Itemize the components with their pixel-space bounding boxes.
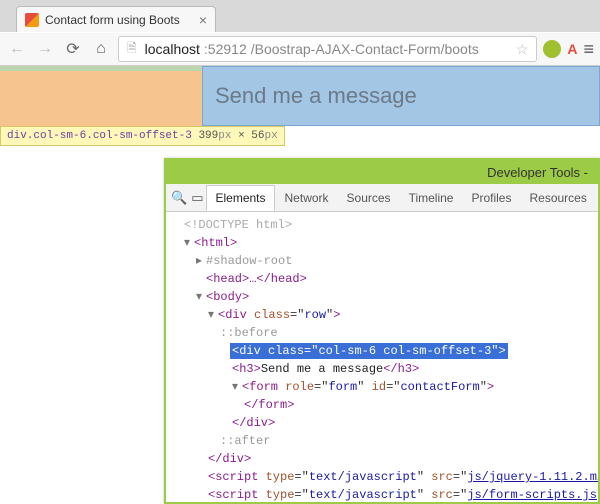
dom-after[interactable]: ::after <box>220 434 270 448</box>
dom-col-close[interactable]: </div> <box>232 416 275 430</box>
toggle-icon[interactable]: ▸ <box>196 252 206 270</box>
inspect-icon[interactable]: 🔍 <box>170 187 188 209</box>
dom-form[interactable]: <form role="form" id="contactForm"> <box>242 380 494 394</box>
toggle-icon[interactable]: ▾ <box>184 234 194 252</box>
dom-before[interactable]: ::before <box>220 326 278 340</box>
dom-script2[interactable]: <script type="text/javascript" src="js/f… <box>172 486 592 502</box>
dom-h3[interactable]: <h3>Send me a message</h3> <box>172 360 592 378</box>
forward-icon[interactable]: → <box>34 40 56 58</box>
dom-shadow[interactable]: #shadow-root <box>206 254 292 268</box>
devtools-title: Developer Tools - <box>487 165 588 180</box>
highlight-content: Send me a message <box>202 66 600 126</box>
tab-resources[interactable]: Resources <box>521 186 594 210</box>
toggle-icon[interactable]: ▾ <box>208 306 218 324</box>
favicon-icon <box>25 13 39 27</box>
close-icon[interactable]: × <box>199 12 207 28</box>
dom-row-close[interactable]: </div> <box>208 452 251 466</box>
dom-form-close[interactable]: </form> <box>244 398 294 412</box>
element-tooltip: div.col-sm-6.col-sm-offset-3 399px × 56p… <box>0 126 285 146</box>
url-port: :52912 <box>204 41 247 57</box>
viewport: Send me a message div.col-sm-6.col-sm-of… <box>0 66 600 504</box>
menu-icon[interactable]: ≡ <box>583 39 594 60</box>
home-icon[interactable]: ⌂ <box>90 40 112 58</box>
toggle-icon[interactable]: ▾ <box>232 378 242 396</box>
tab-sources[interactable]: Sources <box>339 186 399 210</box>
tooltip-selector: div.col-sm-6.col-sm-offset-3 <box>7 130 192 142</box>
tab-network[interactable]: Network <box>277 186 337 210</box>
tab-timeline[interactable]: Timeline <box>401 186 462 210</box>
tab-strip: Contact form using Boots × <box>0 0 600 32</box>
tab-title: Contact form using Boots <box>45 13 193 27</box>
tooltip-px2: px <box>264 130 277 142</box>
highlight-margin <box>0 66 202 126</box>
tooltip-width: 399 <box>198 130 218 142</box>
devtools-tabs: 🔍 ▭ Elements Network Sources Timeline Pr… <box>166 184 598 212</box>
dom-script1[interactable]: <script type="text/javascript" src="js/j… <box>172 468 592 486</box>
nav-toolbar: ← → ⟳ ⌂ 🗎 localhost:52912/Boostrap-AJAX-… <box>0 32 600 66</box>
dom-html[interactable]: <html> <box>194 236 237 250</box>
tooltip-height: 56 <box>251 130 264 142</box>
toggle-icon[interactable]: ▾ <box>196 288 206 306</box>
url-host: localhost <box>145 41 200 57</box>
dom-tree[interactable]: <!DOCTYPE html> ▾<html> ▸#shadow-root <h… <box>166 212 598 502</box>
dom-doctype: <!DOCTYPE html> <box>184 218 292 232</box>
bookmark-icon[interactable]: ☆ <box>516 41 529 58</box>
url-path: /Boostrap-AJAX-Contact-Form/boots <box>251 41 479 57</box>
tab-profiles[interactable]: Profiles <box>463 186 519 210</box>
dom-head[interactable]: <head>…</head> <box>206 272 307 286</box>
devtools-window: Developer Tools - 🔍 ▭ Elements Network S… <box>164 158 600 504</box>
dom-row[interactable]: <div class="row"> <box>218 308 340 322</box>
reload-icon[interactable]: ⟳ <box>62 39 84 59</box>
browser-tab[interactable]: Contact form using Boots × <box>16 6 216 32</box>
adblock-icon[interactable]: A <box>567 41 577 57</box>
dom-body[interactable]: <body> <box>206 290 249 304</box>
device-icon[interactable]: ▭ <box>190 187 204 209</box>
dom-selected[interactable]: <div class="col-sm-6 col-sm-offset-3"> <box>230 343 508 359</box>
page-icon: 🗎 <box>127 39 137 60</box>
page-heading: Send me a message <box>215 83 417 109</box>
devtools-titlebar[interactable]: Developer Tools - <box>166 160 598 184</box>
extension-icon[interactable] <box>543 40 561 58</box>
back-icon[interactable]: ← <box>6 40 28 58</box>
tab-elements[interactable]: Elements <box>206 185 274 211</box>
toggle-icon[interactable]: ▾ <box>220 342 230 360</box>
address-bar[interactable]: 🗎 localhost:52912/Boostrap-AJAX-Contact-… <box>118 36 537 62</box>
tooltip-px1: px <box>218 130 231 142</box>
